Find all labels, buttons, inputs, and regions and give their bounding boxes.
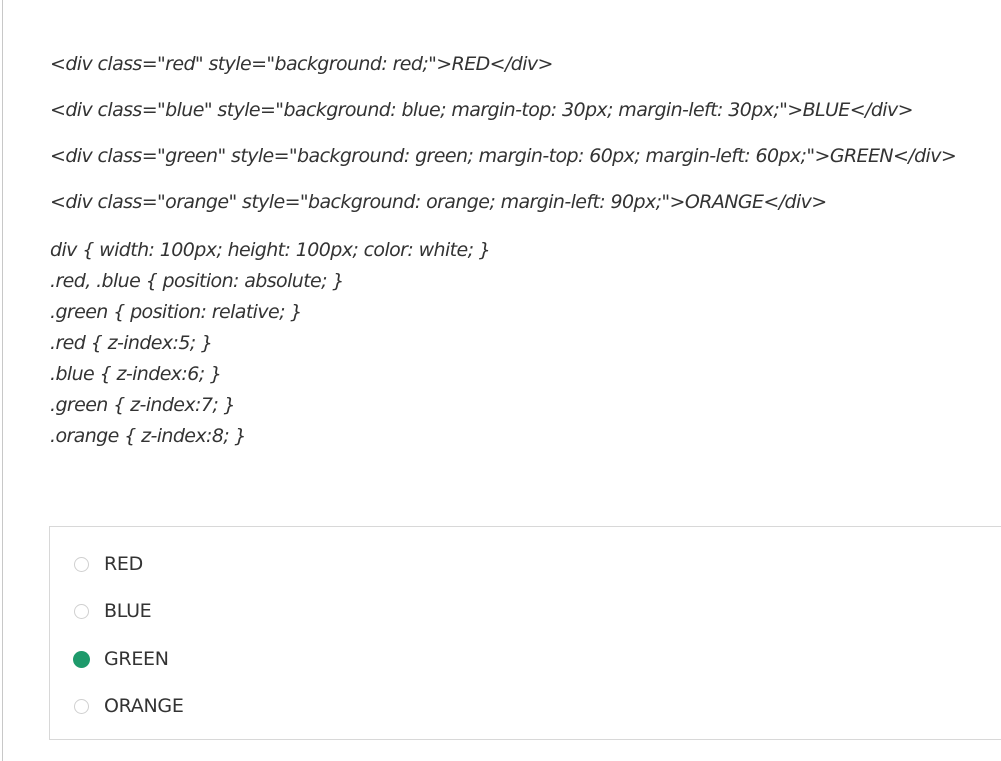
html-code-line-red: <div class="red" style="background: red;… (50, 53, 553, 75)
css-code-line: .red, .blue { position: absolute; } (50, 270, 344, 292)
page-left-border (2, 0, 3, 761)
css-code-line: .red { z-index:5; } (50, 332, 213, 354)
option-orange[interactable]: ORANGE (74, 692, 184, 720)
option-label-orange: ORANGE (104, 695, 184, 717)
option-label-blue: BLUE (104, 600, 152, 622)
radio-button-green-selected[interactable] (73, 650, 90, 668)
option-label-green: GREEN (104, 648, 169, 670)
option-green[interactable]: GREEN (73, 645, 169, 673)
css-code-line: div { width: 100px; height: 100px; color… (50, 239, 491, 261)
html-code-line-blue: <div class="blue" style="background: blu… (50, 99, 914, 121)
radio-button-red[interactable] (74, 556, 89, 572)
css-code-block: div { width: 100px; height: 100px; color… (50, 235, 491, 452)
css-code-line: .green { z-index:7; } (50, 394, 236, 416)
answer-options-box: RED BLUE GREEN ORANGE (49, 526, 1001, 740)
css-code-line: .orange { z-index:8; } (50, 425, 247, 447)
option-red[interactable]: RED (74, 550, 143, 578)
option-blue[interactable]: BLUE (74, 597, 152, 625)
radio-button-orange[interactable] (74, 698, 89, 714)
html-code-line-orange: <div class="orange" style="background: o… (50, 191, 827, 213)
css-code-line: .green { position: relative; } (50, 301, 302, 323)
css-code-line: .blue { z-index:6; } (50, 363, 222, 385)
radio-button-blue[interactable] (74, 603, 89, 619)
html-code-line-green: <div class="green" style="background: gr… (50, 145, 957, 167)
option-label-red: RED (104, 553, 143, 575)
